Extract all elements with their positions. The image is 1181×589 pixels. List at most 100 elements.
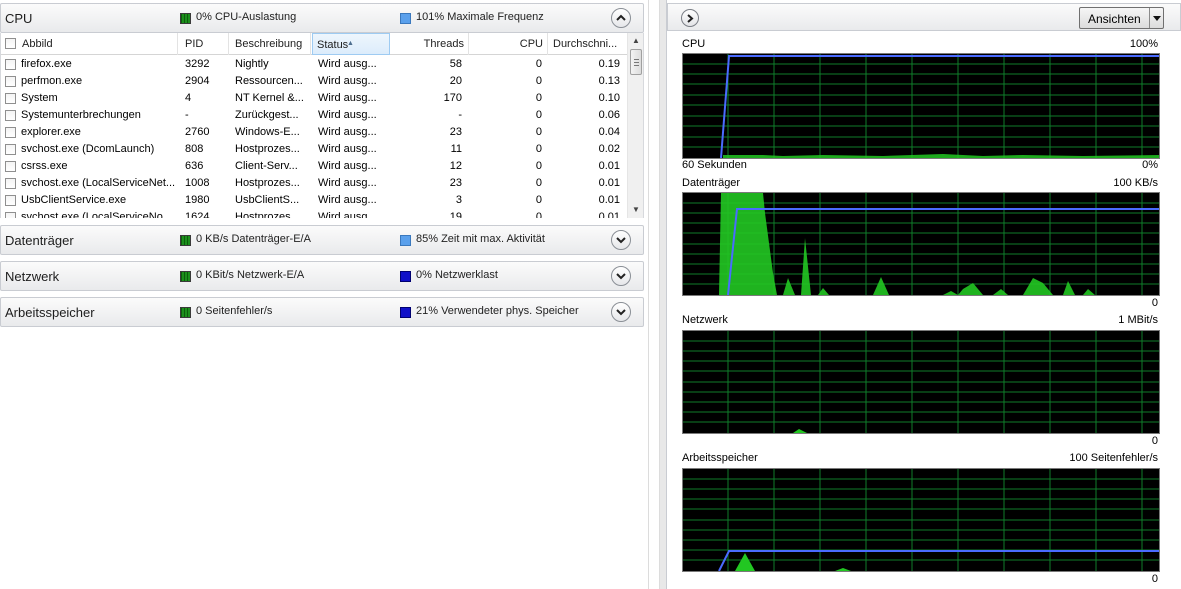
cell-pid: 808 xyxy=(185,143,204,155)
chevron-down-icon[interactable] xyxy=(611,230,631,250)
table-row[interactable]: csrss.exe 636 Client-Serv... Wird ausg..… xyxy=(1,158,628,175)
green-indicator-icon xyxy=(180,235,191,246)
cell-status: Wird ausg... xyxy=(318,75,377,87)
views-button[interactable]: Ansichten xyxy=(1079,7,1164,29)
cell-cpu: 0 xyxy=(535,177,542,189)
cell-abbild: Systemunterbrechungen xyxy=(21,109,141,121)
table-row[interactable]: explorer.exe 2760 Windows-E... Wird ausg… xyxy=(1,124,628,141)
cell-abbild: UsbClientService.exe xyxy=(21,194,127,206)
cell-threads: - xyxy=(458,109,462,121)
cell-status: Wird ausg... xyxy=(318,92,377,104)
column-header-abbild[interactable]: Abbild xyxy=(18,33,178,55)
cell-average: 0.01 xyxy=(598,211,620,218)
graph-scale-network: 1 MBit/s xyxy=(1118,314,1158,326)
grip-line xyxy=(634,65,639,66)
cell-cpu: 0 xyxy=(535,109,542,121)
cell-cpu: 0 xyxy=(535,58,542,70)
table-row[interactable]: System 4 NT Kernel &... Wird ausg... 170… xyxy=(1,90,628,107)
graph-min-memory: 0 xyxy=(1151,573,1158,585)
cell-average: 0.02 xyxy=(598,143,620,155)
disk-graph xyxy=(682,192,1160,296)
table-row[interactable]: Systemunterbrechungen - Zurückgest... Wi… xyxy=(1,107,628,124)
cell-abbild: System xyxy=(21,92,58,104)
views-button-label: Ansichten xyxy=(1088,12,1141,26)
column-header-status[interactable]: Status ▲ xyxy=(312,33,390,55)
column-header-average[interactable]: Durchschni... xyxy=(549,33,628,55)
column-header-cpu[interactable]: CPU xyxy=(470,33,548,55)
chevron-right-icon[interactable] xyxy=(681,9,699,27)
row-checkbox[interactable] xyxy=(5,110,16,121)
cell-status: Wird ausg... xyxy=(318,126,377,138)
graph-scale-disk: 100 KB/s xyxy=(1113,177,1158,189)
network-io-stat: 0 KBit/s Netzwerk-E/A xyxy=(196,269,305,281)
cell-description: NT Kernel &... xyxy=(235,92,304,104)
cpu-section-header[interactable]: CPU 0% CPU-Auslastung 101% Maximale Freq… xyxy=(0,3,644,33)
scrollbar-thumb[interactable] xyxy=(630,49,642,75)
network-section-header[interactable]: Netzwerk 0 KBit/s Netzwerk-E/A 0% Netzwe… xyxy=(0,261,644,291)
memory-used-stat: 21% Verwendeter phys. Speicher xyxy=(416,305,579,317)
chevron-up-icon[interactable] xyxy=(611,8,631,28)
select-all-checkbox[interactable] xyxy=(5,38,16,49)
cell-pid: 636 xyxy=(185,160,204,172)
sort-ascending-icon: ▲ xyxy=(347,40,354,47)
row-checkbox[interactable] xyxy=(5,93,16,104)
graph-scale-memory: 100 Seitenfehler/s xyxy=(1069,452,1158,464)
cell-cpu: 0 xyxy=(535,75,542,87)
cell-threads: 19 xyxy=(449,211,462,218)
row-checkbox[interactable] xyxy=(5,195,16,206)
section-title: Datenträger xyxy=(5,233,74,248)
section-title: CPU xyxy=(5,11,33,26)
row-checkbox[interactable] xyxy=(5,161,16,172)
cell-cpu: 0 xyxy=(535,143,542,155)
disk-activity-stat: 85% Zeit mit max. Aktivität xyxy=(416,233,545,245)
table-row[interactable]: perfmon.exe 2904 Ressourcen... Wird ausg… xyxy=(1,73,628,90)
cell-abbild: firefox.exe xyxy=(21,58,72,70)
blue-indicator-icon xyxy=(400,307,411,318)
cell-average: 0.04 xyxy=(598,126,620,138)
table-row[interactable]: svchost.exe (DcomLaunch) 808 Hostprozes.… xyxy=(1,141,628,158)
table-row[interactable]: svchost.exe (LocalServiceNet... 1008 Hos… xyxy=(1,175,628,192)
table-scrollbar[interactable]: ▲ ▼ xyxy=(627,33,643,218)
cell-abbild: csrss.exe xyxy=(21,160,68,172)
scroll-up-icon[interactable]: ▲ xyxy=(632,36,640,45)
green-indicator-icon xyxy=(180,307,191,318)
graph-time-label: 60 Sekunden xyxy=(682,159,747,171)
cell-threads: 12 xyxy=(449,160,462,172)
graphs-toolbar: Ansichten xyxy=(667,3,1181,31)
disk-section-header[interactable]: Datenträger 0 KB/s Datenträger-E/A 85% Z… xyxy=(0,225,644,255)
cell-status: Wird ausg... xyxy=(318,58,377,70)
table-row[interactable]: svchost.exe (LocalServiceNo... 1624 Host… xyxy=(1,209,628,218)
grip-line xyxy=(634,62,639,63)
resource-monitor-window: CPU 0% CPU-Auslastung 101% Maximale Freq… xyxy=(0,0,1181,589)
triangle-down-icon[interactable] xyxy=(1149,8,1163,28)
chevron-down-icon[interactable] xyxy=(611,302,631,322)
table-row[interactable]: UsbClientService.exe 1980 UsbClientS... … xyxy=(1,192,628,209)
memory-section-header[interactable]: Arbeitsspeicher 0 Seitenfehler/s 21% Ver… xyxy=(0,297,644,327)
row-checkbox[interactable] xyxy=(5,144,16,155)
column-header-beschreibung[interactable]: Beschreibung xyxy=(231,33,311,55)
cell-description: Hostprozes... xyxy=(235,143,300,155)
cell-average: 0.13 xyxy=(598,75,620,87)
row-checkbox[interactable] xyxy=(5,212,16,218)
cell-pid: - xyxy=(185,109,189,121)
table-row[interactable]: firefox.exe 3292 Nightly Wird ausg... 58… xyxy=(1,56,628,73)
graph-title-memory: Arbeitsspeicher xyxy=(682,452,758,464)
pane-splitter[interactable] xyxy=(648,0,660,589)
cell-description: Zurückgest... xyxy=(235,109,299,121)
cell-threads: 170 xyxy=(443,92,462,104)
cell-description: Hostprozes... xyxy=(235,177,300,189)
scroll-down-icon[interactable]: ▼ xyxy=(632,205,640,214)
row-checkbox[interactable] xyxy=(5,59,16,70)
row-checkbox[interactable] xyxy=(5,76,16,87)
row-checkbox[interactable] xyxy=(5,178,16,189)
graph-title-disk: Datenträger xyxy=(682,177,741,189)
chevron-down-icon[interactable] xyxy=(611,266,631,286)
column-header-threads[interactable]: Threads xyxy=(391,33,469,55)
cell-abbild: perfmon.exe xyxy=(21,75,83,87)
cell-average: 0.06 xyxy=(598,109,620,121)
green-indicator-icon xyxy=(180,271,191,282)
cell-average: 0.01 xyxy=(598,160,620,172)
row-checkbox[interactable] xyxy=(5,127,16,138)
column-header-pid[interactable]: PID xyxy=(181,33,229,55)
cell-average: 0.19 xyxy=(598,58,620,70)
